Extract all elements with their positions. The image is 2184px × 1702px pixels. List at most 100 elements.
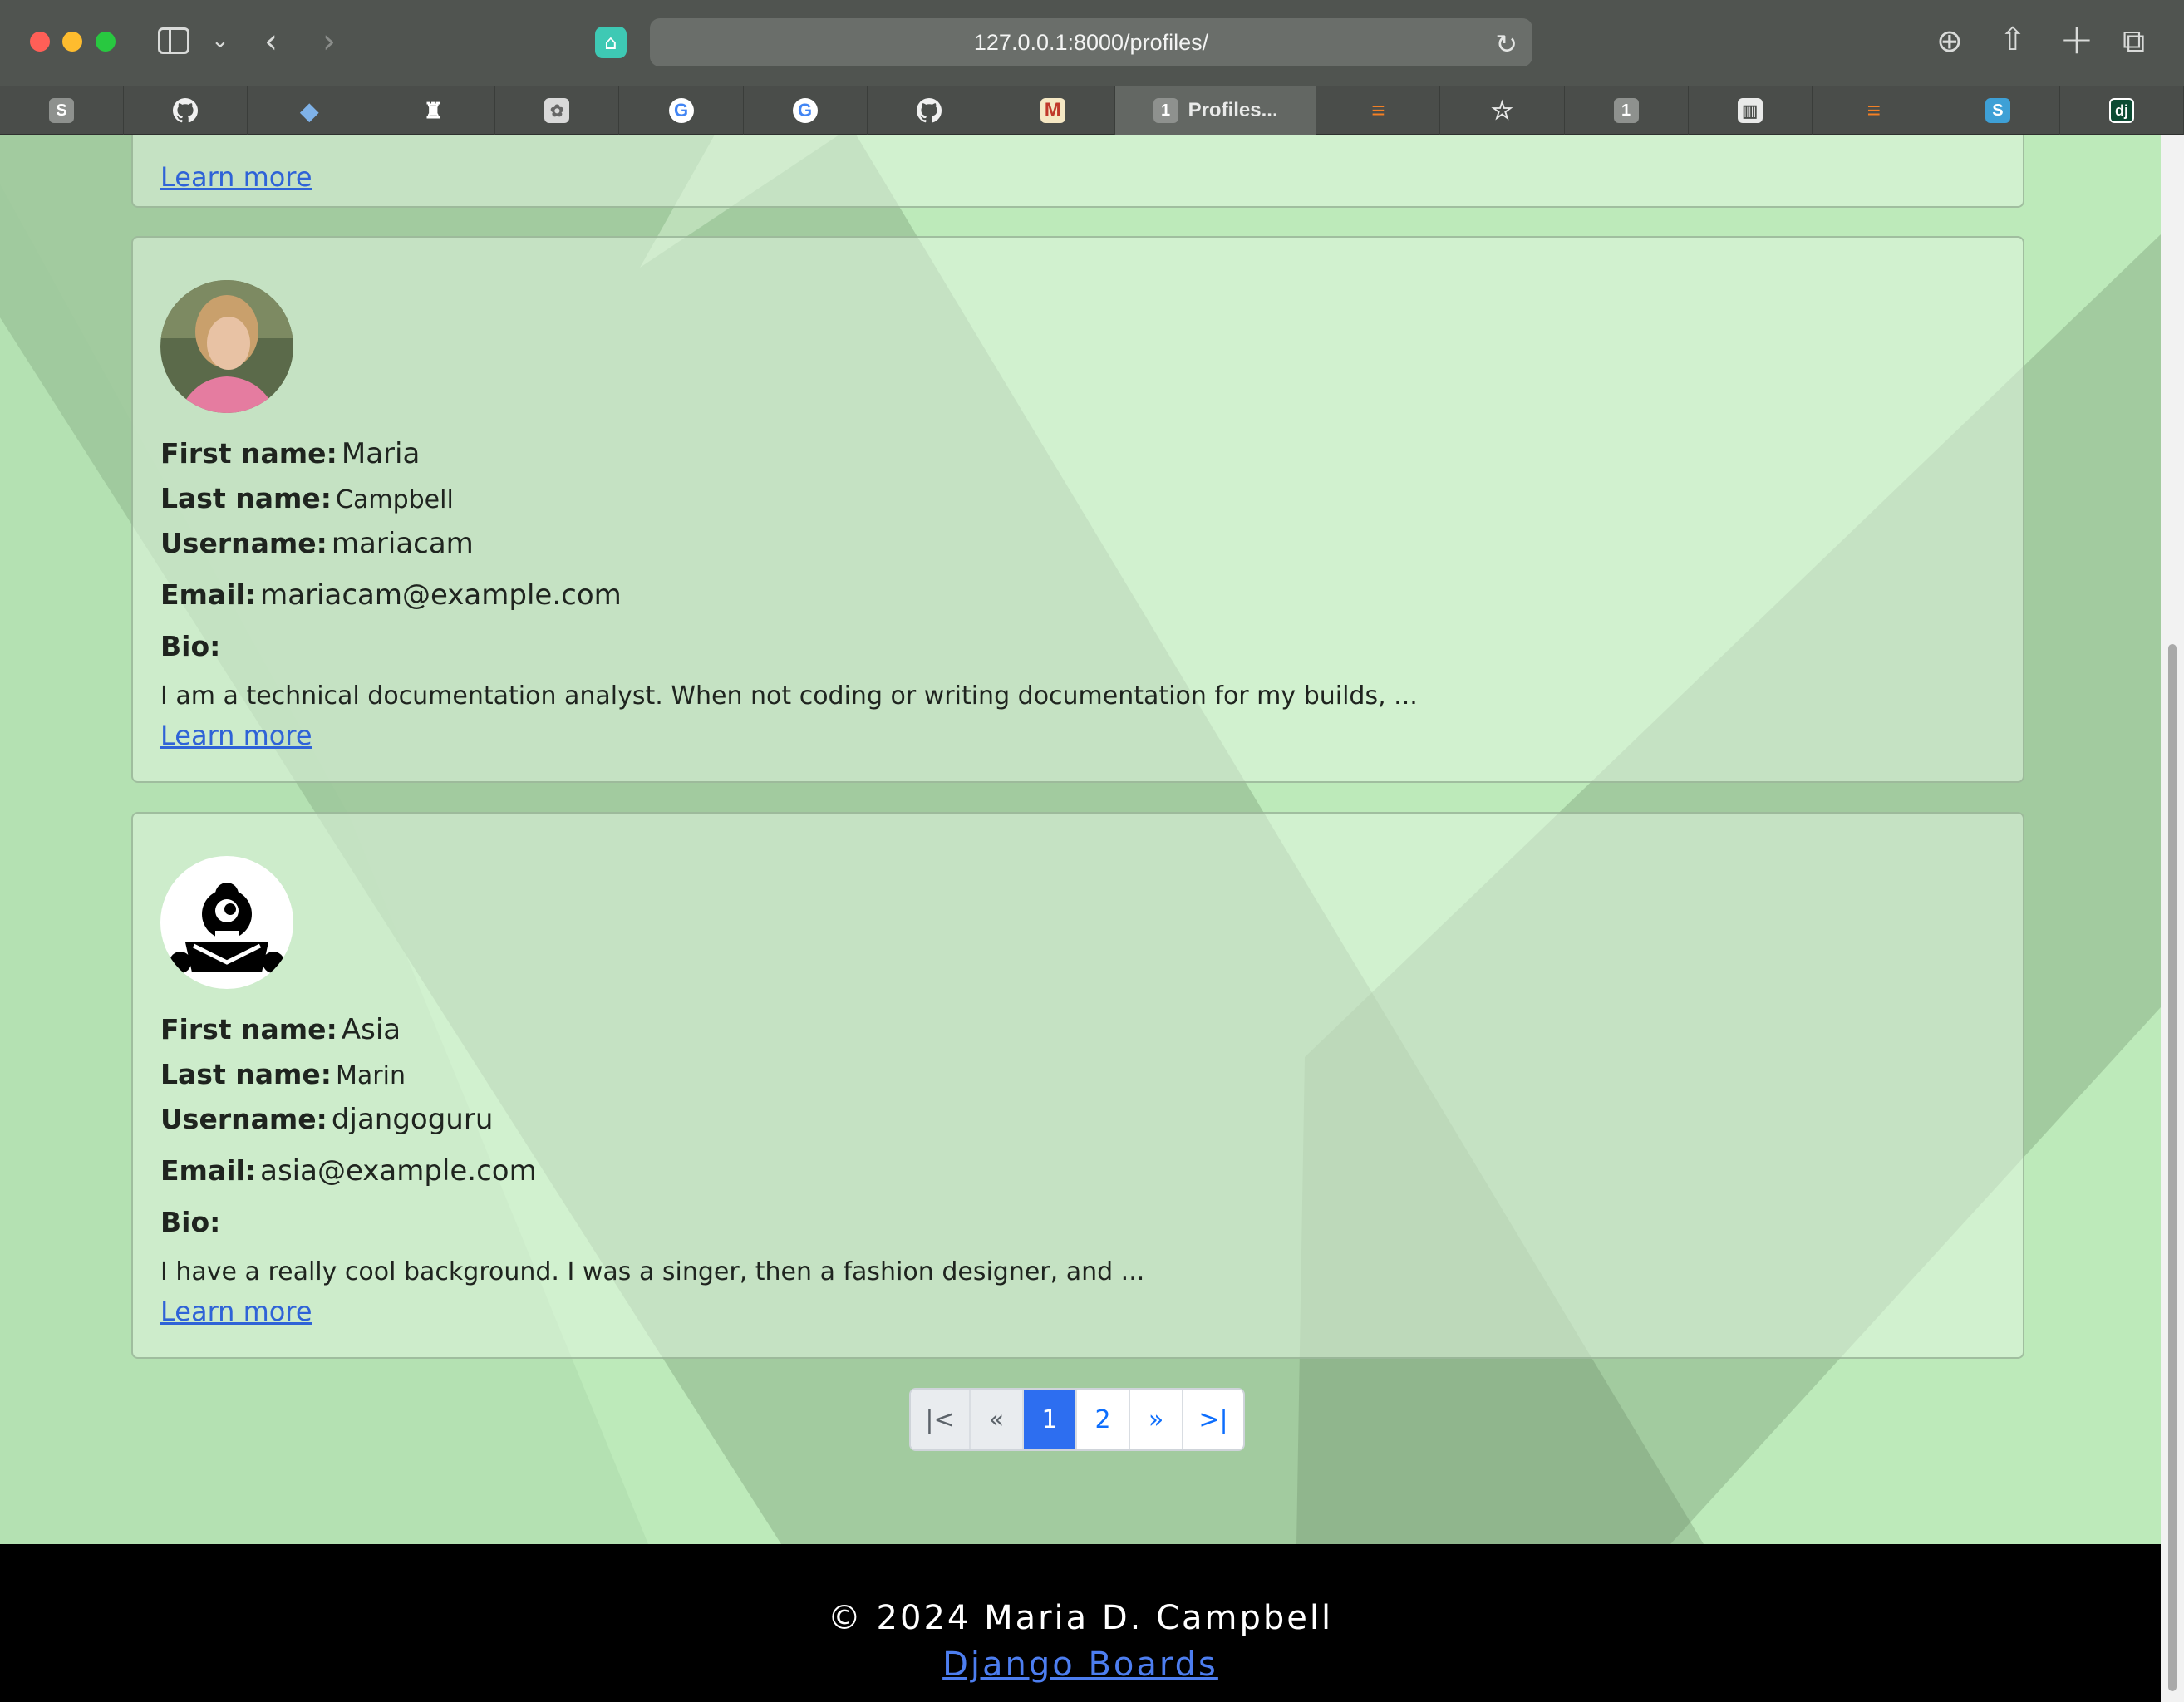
email-row: Email: asia@example.com — [160, 1154, 537, 1188]
previous-page-button[interactable]: « — [971, 1390, 1024, 1449]
bio-text: I have a really cool background. I was a… — [160, 1257, 1145, 1286]
columns-icon: ▥ — [1737, 98, 1763, 123]
browser-toolbar: ⌄ ‹ › ⌂ 127.0.0.1:8000/profiles/ ↻ ⊕ ⇧ +… — [0, 0, 2184, 86]
next-page-button[interactable]: » — [1130, 1390, 1183, 1449]
tab-17[interactable]: dj — [2060, 86, 2184, 135]
learn-more-link[interactable]: Learn more — [160, 161, 312, 193]
gmail-icon: M — [1040, 98, 1065, 123]
tab-2[interactable] — [124, 86, 248, 135]
github-icon — [173, 98, 199, 123]
learn-more-link[interactable]: Learn more — [160, 720, 312, 751]
star-icon: ☆ — [1491, 96, 1513, 125]
stackoverflow-icon: ≡ — [1371, 97, 1385, 123]
bio-row: Bio: — [160, 630, 220, 662]
first-page-button[interactable]: |< — [911, 1390, 971, 1449]
tab-14[interactable]: ▥ — [1689, 86, 1813, 135]
last-page-button[interactable]: >| — [1183, 1390, 1243, 1449]
last-name-row: Last name: Campbell — [160, 482, 454, 514]
url-text[interactable]: 127.0.0.1:8000/profiles/ — [650, 30, 1532, 56]
tab-1[interactable]: S — [0, 86, 125, 135]
stackoverflow-icon: ≡ — [1867, 97, 1881, 123]
username-value: mariacam — [331, 527, 474, 560]
email-row: Email: mariacam@example.com — [160, 578, 622, 612]
tab-6[interactable]: G — [619, 86, 744, 135]
s-favicon-icon: S — [1985, 98, 2010, 123]
last-name-row: Last name: Marin — [160, 1058, 406, 1090]
new-tab-icon[interactable]: + — [2059, 18, 2094, 60]
first-name-row: First name: Maria — [160, 437, 420, 470]
tab-9[interactable]: M — [991, 86, 1115, 135]
onepassword-icon: 1 — [1613, 98, 1639, 123]
tab-4[interactable]: ♜ — [371, 86, 496, 135]
learn-more-link[interactable]: Learn more — [160, 1296, 312, 1327]
tab-7[interactable]: G — [744, 86, 868, 135]
tab-bar: S ◆ ♜ ✿ G G M 1 Profiles... ≡ ☆ 1 ▥ ≡ S … — [0, 86, 2184, 135]
minimize-window-button[interactable] — [62, 32, 82, 52]
download-icon[interactable]: ⊕ — [1936, 25, 1963, 57]
tab-16[interactable]: S — [1936, 86, 2060, 135]
last-name-label: Last name: — [160, 482, 332, 514]
avatar — [160, 280, 293, 413]
scrollbar-thumb[interactable] — [2168, 644, 2177, 1691]
google-icon: G — [792, 98, 818, 123]
pagination: |< « 1 2 » >| — [909, 1388, 1245, 1451]
username-label: Username: — [160, 527, 327, 559]
bio-label: Bio: — [160, 630, 221, 662]
last-name-label: Last name: — [160, 1058, 332, 1090]
tab-overview-icon[interactable]: ⧉ — [2123, 25, 2145, 57]
page-content: Learn more First name: Maria Last name: … — [0, 135, 2161, 1544]
tab-profiles-active[interactable]: 1 Profiles... — [1114, 86, 1317, 135]
page-footer: © 2024 Maria D. Campbell Django Boards — [0, 1544, 2161, 1702]
tab-8[interactable] — [868, 86, 991, 135]
onepassword-icon: 1 — [1153, 98, 1178, 123]
first-name-row: First name: Asia — [160, 1013, 401, 1046]
bio-text: I am a technical documentation analyst. … — [160, 681, 1418, 711]
avatar — [160, 856, 293, 989]
bio-row: Bio: — [160, 1206, 220, 1238]
email-value: mariacam@example.com — [260, 578, 622, 612]
tab-12[interactable]: ☆ — [1440, 86, 1565, 135]
tab-5[interactable]: ✿ — [495, 86, 620, 135]
tab-11[interactable]: ≡ — [1316, 86, 1441, 135]
email-label: Email: — [160, 578, 257, 611]
zoom-window-button[interactable] — [96, 32, 116, 52]
django-boards-link[interactable]: Django Boards — [0, 1645, 2161, 1684]
page-2-button[interactable]: 2 — [1077, 1390, 1130, 1449]
forward-icon[interactable]: › — [322, 25, 336, 58]
first-name-value: Asia — [341, 1013, 401, 1046]
last-name-value: Campbell — [336, 485, 454, 514]
s-favicon-icon: S — [49, 98, 75, 123]
brain-icon: ✿ — [544, 98, 570, 123]
github-icon — [916, 98, 942, 123]
sidebar-toggle-icon[interactable] — [158, 27, 189, 54]
site-shield-icon[interactable]: ⌂ — [595, 27, 627, 58]
profile-card: First name: Asia Last name: Marin Userna… — [131, 812, 2024, 1359]
google-icon: G — [668, 98, 694, 123]
username-value: djangoguru — [331, 1103, 494, 1136]
username-label: Username: — [160, 1103, 327, 1135]
profile-card: First name: Maria Last name: Campbell Us… — [131, 236, 2024, 783]
chevron-down-icon[interactable]: ⌄ — [211, 30, 229, 52]
tab-title: Profiles... — [1188, 99, 1278, 121]
close-window-button[interactable] — [30, 32, 50, 52]
email-value: asia@example.com — [260, 1154, 537, 1188]
reload-icon[interactable]: ↻ — [1495, 28, 1517, 60]
copyright-text: © 2024 Maria D. Campbell — [827, 1599, 1334, 1637]
first-name-label: First name: — [160, 437, 337, 470]
share-icon[interactable]: ⇧ — [2000, 23, 2026, 55]
profile-card: Learn more — [131, 135, 2024, 208]
tab-15[interactable]: ≡ — [1813, 86, 1936, 135]
tab-13[interactable]: 1 — [1565, 86, 1689, 135]
monster-icon: ♜ — [423, 97, 443, 123]
page-1-button[interactable]: 1 — [1024, 1390, 1077, 1449]
bio-label: Bio: — [160, 1206, 221, 1238]
username-row: Username: mariacam — [160, 527, 474, 560]
address-bar[interactable]: 127.0.0.1:8000/profiles/ ↻ — [650, 18, 1532, 66]
django-icon: dj — [2108, 98, 2134, 123]
python-icon: ◆ — [300, 97, 318, 124]
username-row: Username: djangoguru — [160, 1103, 493, 1136]
tab-3[interactable]: ◆ — [248, 86, 372, 135]
back-icon[interactable]: ‹ — [264, 25, 278, 58]
email-label: Email: — [160, 1154, 257, 1187]
first-name-label: First name: — [160, 1013, 337, 1045]
